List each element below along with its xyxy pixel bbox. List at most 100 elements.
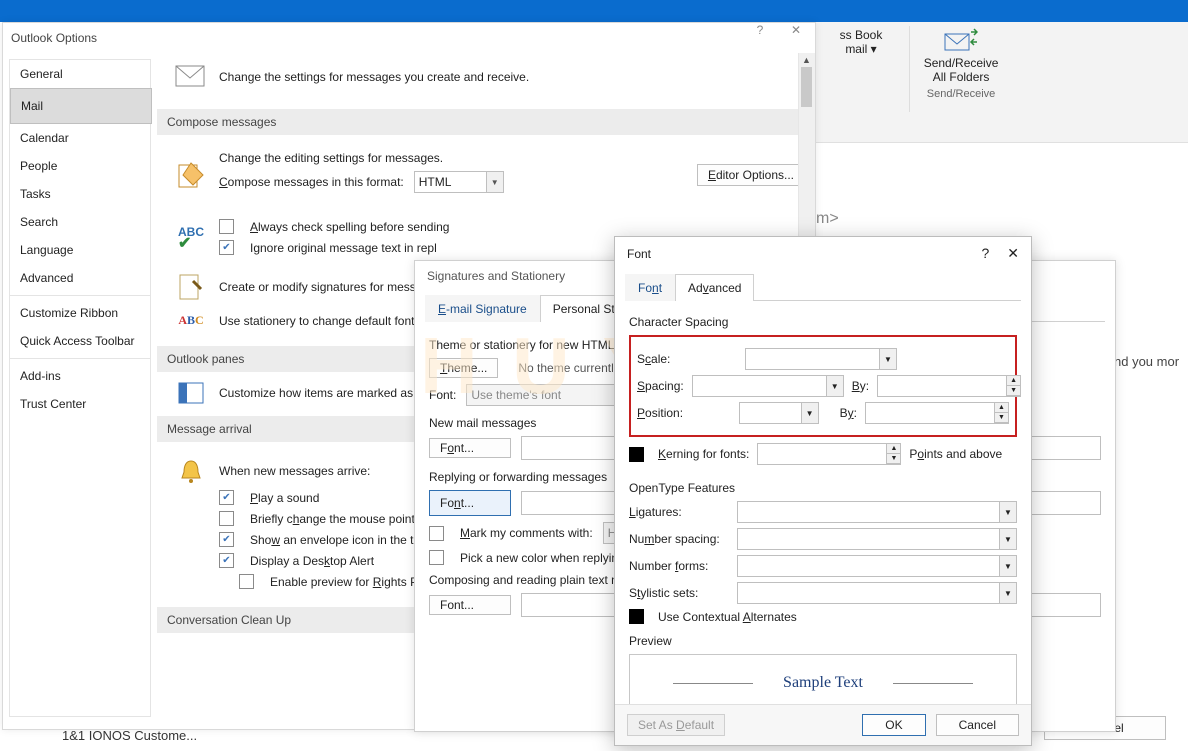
pick-color-checkbox[interactable] — [429, 550, 444, 565]
spin-up-icon[interactable]: ▲ — [1006, 376, 1020, 386]
always-spell-checkbox[interactable] — [219, 219, 234, 234]
spin-up-icon[interactable]: ▲ — [886, 444, 900, 454]
ligatures-combo[interactable]: ▼ — [737, 501, 1017, 523]
ligatures-label: Ligatures: — [629, 505, 729, 519]
pick-color-label: Pick a new color when replying — [460, 551, 625, 565]
nav-advanced[interactable]: Advanced — [10, 264, 150, 292]
signature-icon — [177, 273, 205, 301]
nav-calendar[interactable]: Calendar — [10, 124, 150, 152]
plain-font-button[interactable]: Font... — [429, 595, 511, 615]
chevron-down-icon: ▼ — [826, 376, 843, 396]
nav-tasks[interactable]: Tasks — [10, 180, 150, 208]
char-spacing-group: Character Spacing — [629, 315, 1017, 329]
font-combo[interactable]: Use theme's font — [466, 384, 616, 406]
address-book-button[interactable]: ss Book mail ▾ — [826, 28, 896, 56]
num-spacing-label: Number spacing: — [629, 532, 729, 546]
font-dialog-titlebar: Font ? ✕ — [615, 237, 1031, 270]
compose-edit-text: Change the editing settings for messages… — [219, 151, 687, 165]
compose-format-label: CCompose messages in this format:ompose … — [219, 175, 404, 189]
send-receive-icon — [944, 28, 978, 54]
desktop-alert-checkbox[interactable] — [219, 553, 234, 568]
nav-mail[interactable]: Mail — [10, 88, 152, 124]
nav-language[interactable]: Language — [10, 236, 150, 264]
send-receive-button[interactable]: Send/Receive All Folders — [924, 28, 999, 84]
tab-advanced[interactable]: Advanced — [675, 274, 754, 301]
ok-button[interactable]: OK — [862, 714, 925, 736]
change-pointer-checkbox[interactable] — [219, 511, 234, 526]
ribbon-group-sendreceive: Send/Receive All Folders Send/Receive — [914, 22, 1009, 102]
mark-comments-label: Mark my comments with: — [460, 526, 593, 540]
show-envelope-checkbox[interactable] — [219, 532, 234, 547]
envelope-icon — [175, 65, 205, 89]
tab-font[interactable]: Font — [625, 274, 675, 301]
num-forms-combo[interactable]: ▼ — [737, 555, 1017, 577]
chevron-down-icon: ▼ — [999, 502, 1016, 522]
cancel-button[interactable]: Cancel — [936, 714, 1019, 736]
highlight-box: Scale: ▼ Spacing: ▼ By: ▲▼ Position: ▼ B… — [629, 335, 1017, 437]
font-dialog-body: Character Spacing Scale: ▼ Spacing: ▼ By… — [615, 301, 1031, 722]
nav-addins[interactable]: Add-ins — [10, 362, 150, 390]
nav-people[interactable]: People — [10, 152, 150, 180]
abc-spell-icon: ABC✔ — [178, 225, 204, 249]
close-icon[interactable]: ✕ — [1007, 245, 1019, 262]
compose-format-combo[interactable]: HTML▼ — [414, 171, 504, 193]
dialog-window-controls: ? ✕ — [745, 23, 811, 37]
kerning-spinner[interactable]: ▲▼ — [757, 443, 901, 465]
preview-text: Sample Text — [783, 674, 863, 692]
spin-down-icon[interactable]: ▼ — [886, 454, 900, 464]
spacing-combo[interactable]: ▼ — [692, 375, 844, 397]
rights-checkbox[interactable] — [239, 574, 254, 589]
ignore-original-checkbox[interactable] — [219, 240, 234, 255]
background-truncated-text: nd you mor — [1114, 354, 1179, 369]
font-dialog-tabs: Font Advanced — [625, 274, 1021, 301]
contextual-checkbox[interactable] — [629, 609, 644, 624]
scroll-up-icon[interactable]: ▲ — [802, 55, 811, 65]
font-dialog-footer: Set As Default OK Cancel — [615, 704, 1031, 745]
preview-underline-right — [893, 683, 973, 684]
scale-label: Scale: — [637, 352, 737, 366]
mail-list-subject[interactable]: 1&1 IONOS Custome... — [62, 728, 197, 743]
spin-down-icon[interactable]: ▼ — [1006, 386, 1020, 396]
spacing-label: Spacing: — [637, 379, 684, 393]
contextual-label: Use Contextual Alternates — [658, 610, 797, 624]
play-sound-label: Play a sound — [250, 491, 319, 505]
scale-combo[interactable]: ▼ — [745, 348, 897, 370]
reading-pane-icon — [178, 382, 204, 404]
spacing-by-spinner[interactable]: ▲▼ — [877, 375, 1021, 397]
address-book-label-1: ss Book — [840, 28, 883, 42]
nav-separator-2 — [10, 358, 150, 359]
nav-general[interactable]: General — [10, 60, 150, 88]
set-default-button[interactable]: Set As Default — [627, 714, 725, 736]
nav-qat[interactable]: Quick Access Toolbar — [10, 327, 150, 355]
close-icon[interactable]: ✕ — [781, 23, 811, 37]
desktop-alert-label: Display a Desktop Alert — [250, 554, 374, 568]
play-sound-checkbox[interactable] — [219, 490, 234, 505]
stylistic-combo[interactable]: ▼ — [737, 582, 1017, 604]
reply-font-button[interactable]: Font... — [429, 490, 511, 516]
stationery-text: Use stationery to change default font — [219, 314, 414, 328]
kerning-checkbox[interactable] — [629, 447, 644, 462]
spin-up-icon[interactable]: ▲ — [994, 403, 1008, 413]
editor-options-button[interactable]: Editor Options... — [697, 164, 805, 186]
help-icon[interactable]: ? — [981, 245, 989, 262]
num-spacing-combo[interactable]: ▼ — [737, 528, 1017, 550]
nav-separator-1 — [10, 295, 150, 296]
preview-underline-left — [673, 683, 753, 684]
scroll-thumb[interactable] — [801, 67, 812, 107]
arrival-intro: When new messages arrive: — [219, 464, 370, 478]
nav-customize-ribbon[interactable]: Customize Ribbon — [10, 299, 150, 327]
position-by-spinner[interactable]: ▲▼ — [865, 402, 1009, 424]
ribbon-accent-bar — [0, 0, 1188, 22]
mark-comments-checkbox[interactable] — [429, 526, 444, 541]
help-icon[interactable]: ? — [745, 23, 775, 37]
section-compose-header: Compose messages — [157, 109, 799, 135]
nav-trust[interactable]: Trust Center — [10, 390, 150, 418]
theme-button[interactable]: Theme... — [429, 358, 498, 378]
spin-down-icon[interactable]: ▼ — [994, 413, 1008, 423]
tab-email-signature[interactable]: E-mail Signature — [425, 295, 540, 322]
always-spell-label: Always check spelling before sending — [250, 220, 449, 234]
num-forms-label: Number forms: — [629, 559, 729, 573]
position-combo[interactable]: ▼ — [739, 402, 819, 424]
new-mail-font-button[interactable]: Font... — [429, 438, 511, 458]
nav-search[interactable]: Search — [10, 208, 150, 236]
